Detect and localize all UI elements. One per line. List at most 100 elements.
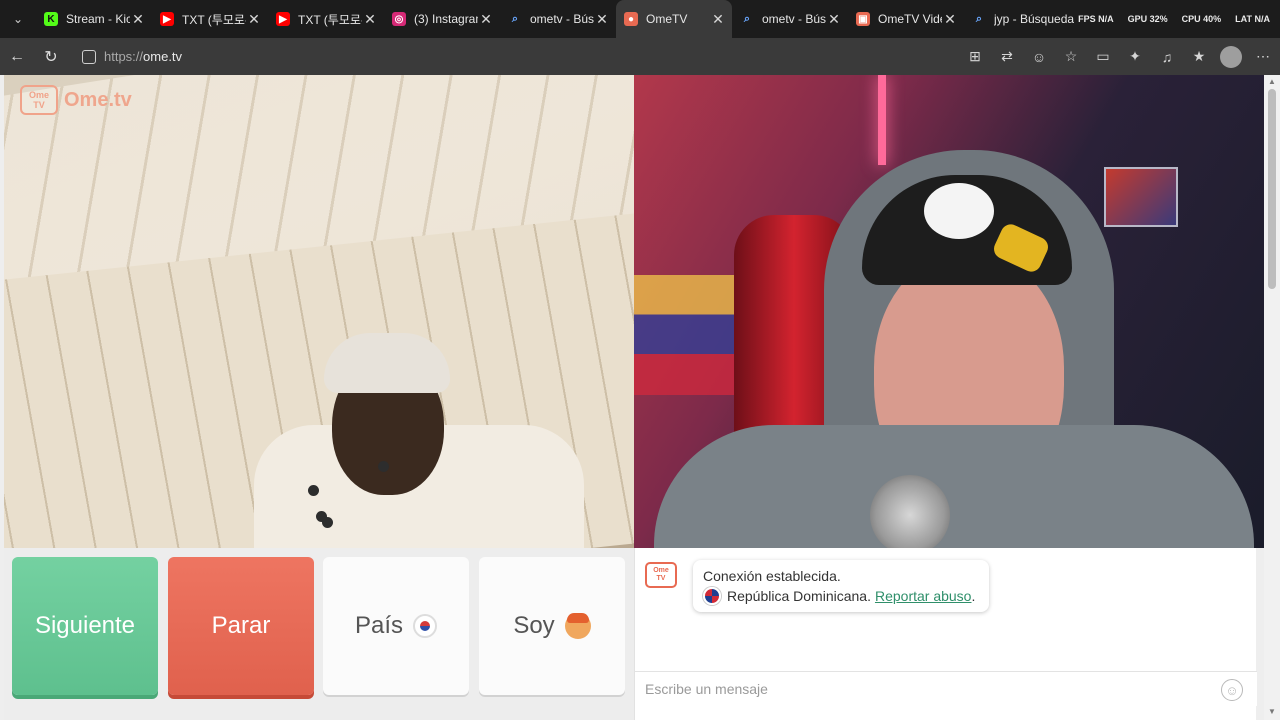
camera-icon[interactable]: ▭	[1092, 48, 1114, 65]
tab-kick[interactable]: K Stream - Kick ✕	[36, 0, 152, 38]
address-bar[interactable]: https://ome.tv	[74, 43, 1104, 70]
close-tab-icon[interactable]: ✕	[130, 11, 146, 28]
tab-ometv-video-chat[interactable]: ▣ OmeTV Video Chat ✕	[848, 0, 964, 38]
boy-face-icon	[564, 613, 591, 639]
page-scrollbar[interactable]: ▲ ▼	[1264, 75, 1280, 720]
led-strip	[878, 75, 886, 165]
logo-text: Ome.tv	[64, 88, 132, 111]
ometv-badge-icon: Ome TV	[20, 85, 58, 115]
connection-status: Conexión establecida.	[703, 568, 841, 584]
system-message: Conexión establecida. República Dominica…	[693, 560, 989, 612]
scroll-thumb[interactable]	[1268, 89, 1276, 289]
tab-search-jyp[interactable]: ⌕ jyp - Búsqueda	[964, 0, 1080, 38]
more-menu-icon[interactable]: ⋯	[1252, 48, 1274, 65]
recording-icon: ●	[624, 12, 638, 26]
close-tab-icon[interactable]: ✕	[362, 11, 378, 28]
tab-youtube-1[interactable]: ▶ TXT (투모로우바이 ✕	[152, 0, 268, 38]
stranger-country-line: República Dominicana. Reportar abuso.	[703, 586, 979, 606]
media-icon[interactable]: ♫	[1156, 49, 1178, 65]
tab-title: TXT (투모로우바이	[182, 12, 246, 27]
search-icon: ⌕	[743, 12, 751, 25]
close-tab-icon[interactable]: ✕	[710, 11, 726, 28]
stranger-video: Ome TV Ome.tv	[4, 75, 634, 548]
search-icon: ⌕	[975, 12, 983, 25]
close-tab-icon[interactable]: ✕	[478, 11, 494, 28]
tab-title: ometv - Búsqueda	[530, 12, 594, 26]
favorite-star-icon[interactable]: ☆	[1060, 48, 1082, 65]
emoji-picker-icon[interactable]: ☺	[1221, 679, 1243, 701]
translate-icon[interactable]: ⇄	[996, 48, 1018, 65]
stranger-country: República Dominicana.	[727, 588, 871, 604]
apps-icon[interactable]: ⊞	[964, 48, 986, 65]
scroll-down-icon[interactable]: ▼	[1267, 707, 1277, 717]
ometv-chat-icon: Ome TV	[645, 562, 677, 588]
ometv-icon: ▣	[856, 12, 870, 26]
tab-search-ometv[interactable]: ⌕ ometv - Búsqueda ✕	[500, 0, 616, 38]
report-abuse-link[interactable]: Reportar abuso	[875, 586, 972, 606]
tab-title: jyp - Búsqueda	[994, 12, 1074, 26]
favorites-icon[interactable]: ★	[1188, 48, 1210, 65]
close-tab-icon[interactable]: ✕	[942, 11, 958, 28]
fps-readout: FPS N/A	[1078, 14, 1114, 24]
reload-icon[interactable]: ↻	[34, 38, 68, 75]
close-tab-icon[interactable]: ✕	[826, 11, 842, 28]
performance-overlay: FPS N/A GPU 32% CPU 40% LAT N/A	[1078, 0, 1280, 38]
jacket-button	[308, 485, 319, 496]
instagram-icon: ◎	[392, 12, 406, 26]
tab-instagram[interactable]: ◎ (3) Instagram ✕	[384, 0, 500, 38]
beanie-eye	[924, 183, 994, 239]
tab-list-chevron-icon[interactable]: ⌄	[0, 0, 36, 38]
tab-title: OmeTV Video Chat	[878, 12, 942, 26]
message-input[interactable]	[635, 672, 1257, 706]
next-label: Siguiente	[34, 612, 136, 639]
tab-youtube-2[interactable]: ▶ TXT (투모로우바이 ✕	[268, 0, 384, 38]
country-button[interactable]: País	[323, 557, 469, 695]
close-tab-icon[interactable]: ✕	[246, 11, 262, 28]
tab-search-ometv-2[interactable]: ⌕ ometv - Búsqueda ✕	[732, 0, 848, 38]
country-label: País	[354, 612, 404, 639]
stop-button[interactable]: Parar	[168, 557, 314, 695]
ometv-page: Ome TV Ome.tv Siguiente Parar País Soy O…	[0, 75, 1280, 720]
hoodie-body	[654, 425, 1254, 548]
stop-label: Parar	[211, 612, 271, 639]
wall-poster	[1104, 167, 1178, 227]
close-tab-icon[interactable]: ✕	[594, 11, 610, 28]
microphone	[870, 475, 950, 548]
next-button[interactable]: Siguiente	[12, 557, 158, 695]
hair-net	[324, 333, 450, 393]
chat-panel: Ome TV Conexión establecida. República D…	[634, 548, 1257, 720]
logo-badge-bottom: TV	[33, 100, 45, 110]
report-suffix: .	[971, 588, 976, 604]
tab-strip: ⌄ K Stream - Kick ✕ ▶ TXT (투모로우바이 ✕ ▶ TX…	[0, 0, 1280, 38]
toolbar-icons: ⊞ ⇄ ☺ ☆ ▭ ✦ ♫ ★ ⋯	[964, 38, 1274, 75]
gpu-readout: GPU 32%	[1127, 14, 1168, 24]
url-host: ome.tv	[143, 49, 183, 64]
lat-readout: LAT N/A	[1235, 14, 1270, 24]
jacket-button	[378, 461, 389, 472]
tab-title: ometv - Búsqueda	[762, 12, 826, 26]
tab-ometv-active[interactable]: ● OmeTV ✕	[616, 0, 732, 38]
profile-avatar[interactable]	[1220, 45, 1242, 68]
browser-toolbar: ← ↻ https://ome.tv ⊞ ⇄ ☺ ☆ ▭ ✦ ♫ ★ ⋯	[0, 38, 1280, 75]
gender-button[interactable]: Soy	[479, 557, 625, 695]
kick-icon: K	[44, 12, 58, 26]
scroll-up-icon[interactable]: ▲	[1267, 77, 1277, 87]
cpu-readout: CPU 40%	[1181, 14, 1222, 24]
tab-title: OmeTV	[646, 12, 688, 26]
logo-badge-top: Ome	[28, 90, 49, 100]
youtube-icon: ▶	[276, 12, 290, 26]
gender-label: Soy	[513, 612, 555, 639]
jacket-button	[322, 517, 333, 528]
self-video	[634, 75, 1264, 548]
chat-logo-top: Ome	[653, 567, 669, 574]
back-arrow-icon[interactable]: ←	[0, 38, 34, 75]
dominican-flag-icon	[703, 587, 721, 605]
reading-mode-icon[interactable]: ☺	[1028, 49, 1050, 65]
controls-panel: Siguiente Parar País Soy	[4, 548, 634, 720]
tab-title: TXT (투모로우바이	[298, 12, 362, 27]
url-scheme: https://	[104, 49, 144, 64]
site-info-icon[interactable]	[82, 49, 96, 64]
extensions-icon[interactable]: ✦	[1124, 48, 1146, 65]
chat-logo-bottom: TV	[656, 575, 666, 582]
tab-title: (3) Instagram	[414, 12, 478, 26]
